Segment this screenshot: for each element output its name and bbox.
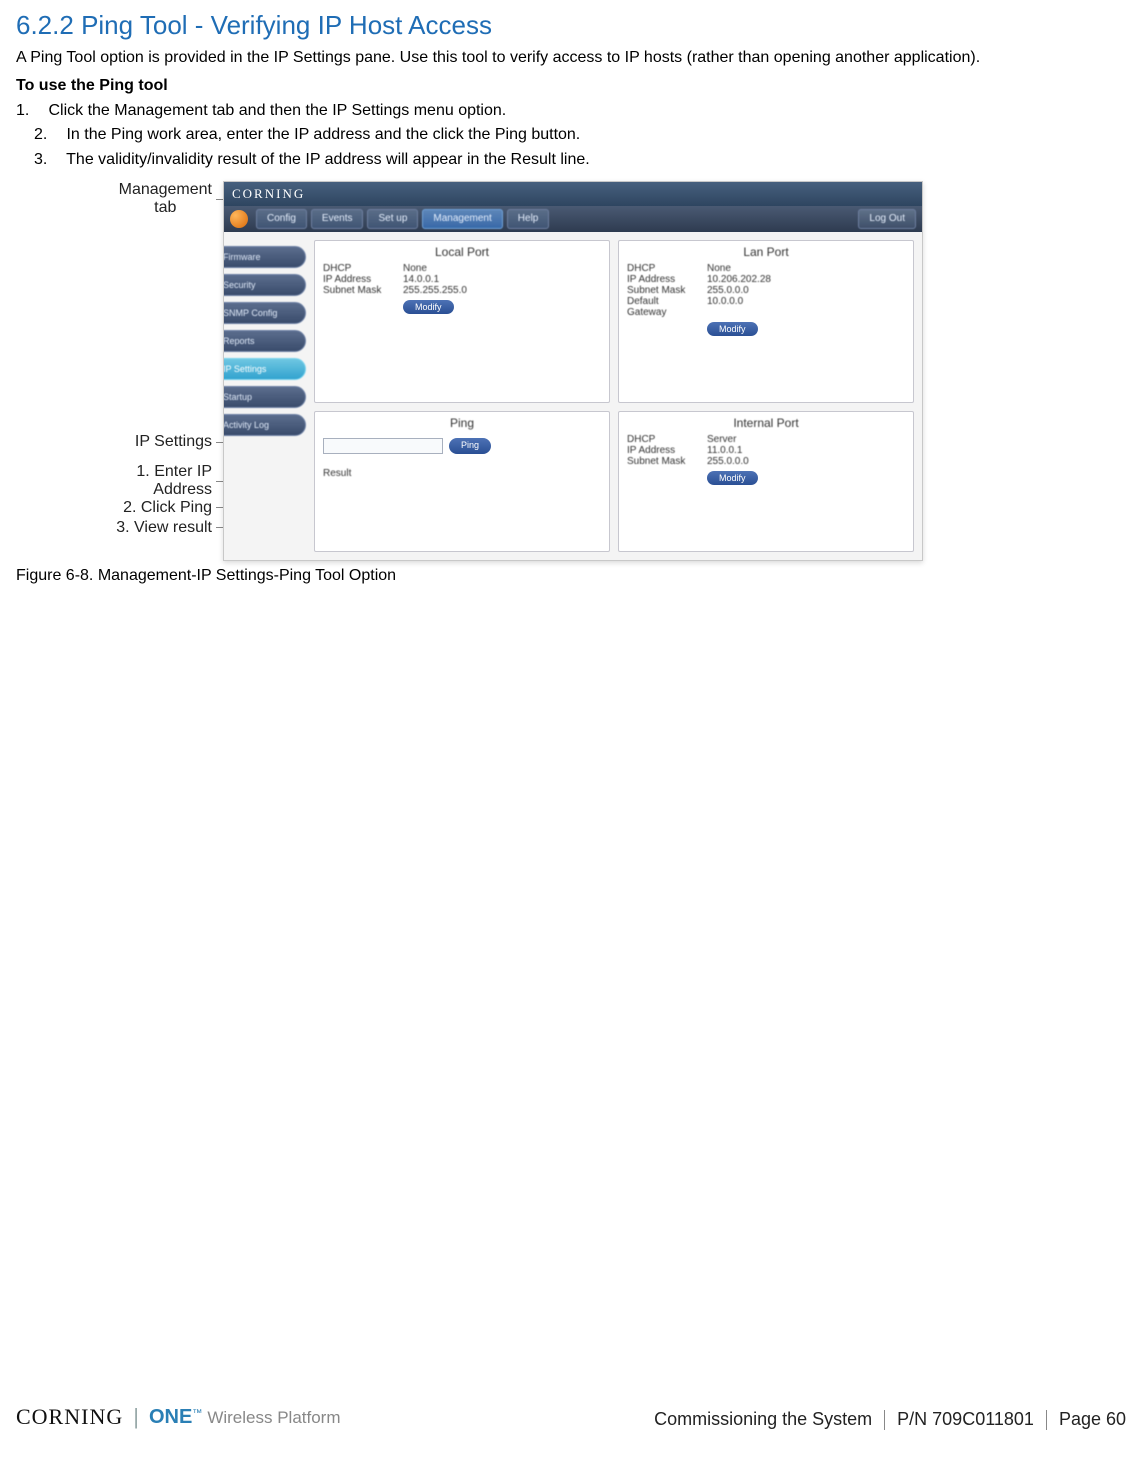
sidebar-item-activity-log[interactable]: Activity Log xyxy=(223,414,306,436)
internal-ip-label: IP Address xyxy=(627,445,699,456)
figure: Management tab IP Settings 1. Enter IP A… xyxy=(30,181,930,561)
footer-meta: Commissioning the System P/N 709C011801 … xyxy=(650,1409,1130,1430)
panel-internal-port-title: Internal Port xyxy=(627,416,905,430)
top-tabs: Config Events Set up Management Help Log… xyxy=(224,206,922,232)
annotation-enter-ip: 1. Enter IP Address xyxy=(136,463,212,498)
brand-separator: | xyxy=(133,1404,139,1430)
step-3-text: The validity/invalidity result of the IP… xyxy=(66,151,590,168)
tab-events[interactable]: Events xyxy=(311,209,364,229)
footer-page-number: Page 60 xyxy=(1055,1409,1130,1430)
sidebar-item-reports[interactable]: Reports xyxy=(223,330,306,352)
local-dhcp-value: None xyxy=(403,263,427,274)
footer-brand: CORNING | ONE™ Wireless Platform xyxy=(16,1404,341,1430)
intro-paragraph: A Ping Tool option is provided in the IP… xyxy=(16,47,1130,69)
logout-button[interactable]: Log Out xyxy=(858,209,916,229)
panel-lan-port: Lan Port DHCP None IP Address 10.206.202.2… xyxy=(618,240,914,403)
local-ip-label: IP Address xyxy=(323,274,395,285)
annotation-management-tab: Management tab xyxy=(119,181,212,216)
internal-mask-value: 255.0.0.0 xyxy=(707,456,749,467)
lan-gateway-label: Default Gateway xyxy=(627,296,699,318)
figure-caption: Figure 6-8. Management-IP Settings-Ping … xyxy=(16,567,1130,585)
home-orb-icon[interactable] xyxy=(230,210,248,228)
internal-dhcp-label: DHCP xyxy=(627,434,699,445)
local-mask-label: Subnet Mask xyxy=(323,285,395,296)
local-dhcp-label: DHCP xyxy=(323,263,395,274)
lan-gateway-value: 10.0.0.0 xyxy=(707,296,743,318)
tab-config[interactable]: Config xyxy=(256,209,307,229)
footer-chapter: Commissioning the System xyxy=(650,1409,876,1430)
brand-trademark: ™ xyxy=(192,1408,202,1419)
sidebar-item-ip-settings[interactable]: IP Settings xyxy=(223,358,306,380)
lan-dhcp-label: DHCP xyxy=(627,263,699,274)
internal-mask-label: Subnet Mask xyxy=(627,456,699,467)
ping-button[interactable]: Ping xyxy=(449,438,491,454)
tab-management[interactable]: Management xyxy=(422,209,502,229)
footer-sep-1 xyxy=(884,1410,885,1430)
instructions-list: 1. Click the Management tab and then the… xyxy=(16,99,1130,173)
sidebar-item-firmware[interactable]: Firmware xyxy=(223,246,306,268)
section-title: 6.2.2 Ping Tool - Verifying IP Host Acce… xyxy=(16,10,1130,41)
lan-modify-button[interactable]: Modify xyxy=(707,322,758,336)
section-heading: Ping Tool - Verifying IP Host Access xyxy=(81,10,492,40)
step-1-text: Click the Management tab and then the IP… xyxy=(48,102,506,119)
lan-ip-label: IP Address xyxy=(627,274,699,285)
brand-one: ONE xyxy=(149,1406,192,1428)
lan-dhcp-value: None xyxy=(707,263,731,274)
local-mask-value: 255.255.255.0 xyxy=(403,285,467,296)
app-titlebar: CORNING xyxy=(224,182,922,206)
panel-ping: Ping Ping Result xyxy=(314,411,610,552)
step-3: 3. The validity/invalidity result of the… xyxy=(34,148,1130,173)
page-footer: CORNING | ONE™ Wireless Platform Commiss… xyxy=(16,1404,1130,1430)
step-1-number: 1. xyxy=(16,99,44,124)
step-2-text: In the Ping work area, enter the IP addr… xyxy=(66,126,580,143)
sidebar: Firmware Security SNMP Config Reports IP… xyxy=(223,240,306,552)
substeps: 2. In the Ping work area, enter the IP a… xyxy=(34,123,1130,173)
local-modify-button[interactable]: Modify xyxy=(403,300,454,314)
screenshot: CORNING Config Events Set up Management … xyxy=(223,181,923,561)
ping-result-label: Result xyxy=(323,468,601,479)
sidebar-item-startup[interactable]: Startup xyxy=(223,386,306,408)
subheading: To use the Ping tool xyxy=(16,77,1130,95)
brand-tagline: Wireless Platform xyxy=(207,1408,340,1427)
panel-internal-port: Internal Port DHCP Server IP Address 11.0.… xyxy=(618,411,914,552)
annotation-view-result: 3. View result xyxy=(116,519,212,537)
step-2-number: 2. xyxy=(34,123,62,148)
tab-help[interactable]: Help xyxy=(507,209,550,229)
internal-ip-value: 11.0.0.1 xyxy=(707,445,742,456)
internal-dhcp-value: Server xyxy=(707,434,736,445)
annotation-click-ping: 2. Click Ping xyxy=(123,499,212,517)
sidebar-item-security[interactable]: Security xyxy=(223,274,306,296)
brand-corning: CORNING xyxy=(16,1404,123,1430)
internal-modify-button[interactable]: Modify xyxy=(707,471,758,485)
local-ip-value: 14.0.0.1 xyxy=(403,274,439,285)
footer-part-number: P/N 709C011801 xyxy=(893,1409,1038,1430)
lan-mask-label: Subnet Mask xyxy=(627,285,699,296)
lan-ip-value: 10.206.202.28 xyxy=(707,274,771,285)
step-3-number: 3. xyxy=(34,148,62,173)
content-area: Local Port DHCP None IP Address 14.0.0.1 S… xyxy=(306,240,914,552)
lan-mask-value: 255.0.0.0 xyxy=(707,285,749,296)
sidebar-item-snmp-config[interactable]: SNMP Config xyxy=(223,302,306,324)
step-1: 1. Click the Management tab and then the… xyxy=(16,99,1130,173)
annotation-ip-settings: IP Settings xyxy=(135,433,212,451)
panel-ping-title: Ping xyxy=(323,416,601,430)
section-number: 6.2.2 xyxy=(16,10,74,40)
panel-local-port: Local Port DHCP None IP Address 14.0.0.1 S… xyxy=(314,240,610,403)
ping-ip-input[interactable] xyxy=(323,438,443,454)
panel-lan-port-title: Lan Port xyxy=(627,245,905,259)
footer-sep-2 xyxy=(1046,1410,1047,1430)
panel-local-port-title: Local Port xyxy=(323,245,601,259)
tab-setup[interactable]: Set up xyxy=(367,209,418,229)
step-2: 2. In the Ping work area, enter the IP a… xyxy=(34,123,1130,148)
